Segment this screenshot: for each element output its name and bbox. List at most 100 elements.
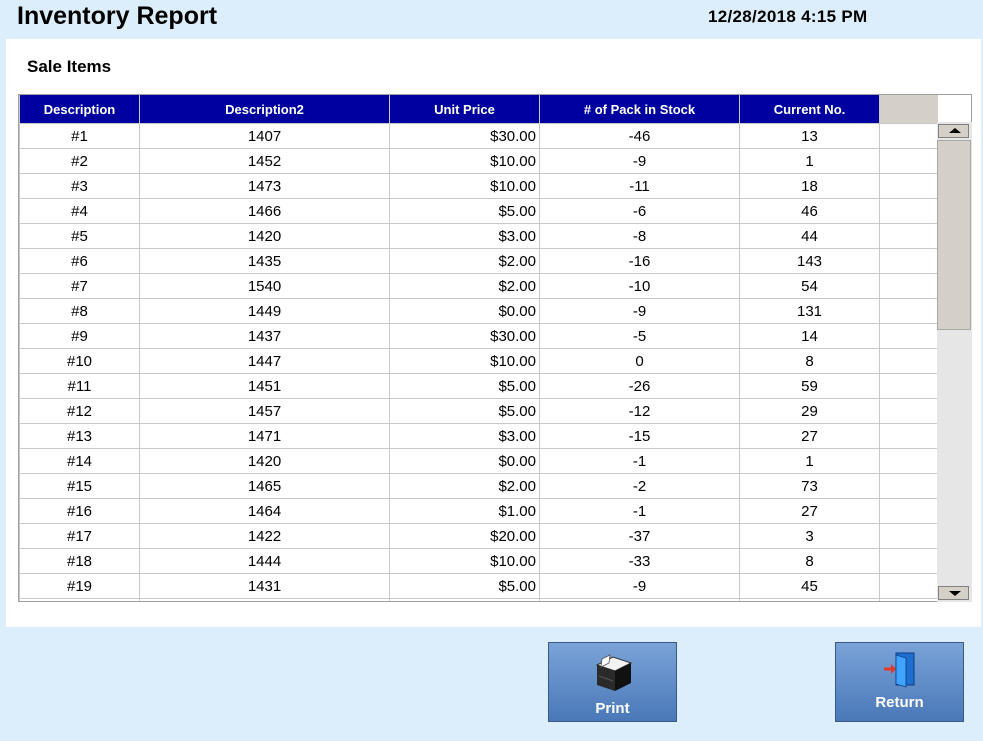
cell-pack-in-stock: -2 xyxy=(539,473,740,499)
table-row[interactable]: #15 1465 $2.00 -2 73 xyxy=(19,473,938,499)
table-row[interactable]: #13 1471 $3.00 -15 27 xyxy=(19,423,938,449)
cell-current-no: 1 xyxy=(739,448,880,474)
table-row[interactable]: #2 1452 $10.00 -9 1 xyxy=(19,148,938,174)
table-row[interactable]: #12 1457 $5.00 -12 29 xyxy=(19,398,938,424)
cell-pack-in-stock: -37 xyxy=(539,523,740,549)
cell-unit-price: $5.00 xyxy=(389,198,540,224)
print-label: Print xyxy=(595,700,630,717)
cell-description2: 1465 xyxy=(139,473,390,499)
exit-door-icon xyxy=(880,649,920,693)
table-row[interactable]: #16 1464 $1.00 -1 27 xyxy=(19,498,938,524)
column-header-description2[interactable]: Description2 xyxy=(139,95,390,124)
cell-unit-price: $10.00 xyxy=(389,348,540,374)
table-row[interactable]: #6 1435 $2.00 -16 143 xyxy=(19,248,938,274)
cell-description: #5 xyxy=(19,223,140,249)
cell-unit-price: $2.00 xyxy=(389,248,540,274)
row-filler xyxy=(879,523,938,549)
row-filler xyxy=(879,498,938,524)
cell-pack-in-stock: -9 xyxy=(539,148,740,174)
cell-description: #19 xyxy=(19,573,140,599)
cell-description: #1 xyxy=(19,123,140,149)
column-header-pack-in-stock[interactable]: # of Pack in Stock xyxy=(539,95,740,124)
table-row-partial xyxy=(19,598,938,601)
cell-description2: 1444 xyxy=(139,548,390,574)
row-filler xyxy=(879,148,938,174)
column-header-current-no[interactable]: Current No. xyxy=(739,95,880,124)
cell-current-no: 29 xyxy=(739,398,880,424)
table-row[interactable]: #1 1407 $30.00 -46 13 xyxy=(19,123,938,149)
cell-unit-price: $5.00 xyxy=(389,398,540,424)
column-header-unit-price[interactable]: Unit Price xyxy=(389,95,540,124)
cell-pack-in-stock: -16 xyxy=(539,248,740,274)
scroll-up-button[interactable] xyxy=(938,124,969,138)
table-row[interactable]: #17 1422 $20.00 -37 3 xyxy=(19,523,938,549)
cell-description: #17 xyxy=(19,523,140,549)
table-row[interactable]: #9 1437 $30.00 -5 14 xyxy=(19,323,938,349)
scrollbar-thumb[interactable] xyxy=(937,140,971,330)
cell-pack-in-stock: -6 xyxy=(539,198,740,224)
column-header-description[interactable]: Description xyxy=(19,95,140,124)
cell-description2: 1449 xyxy=(139,298,390,324)
return-button[interactable]: Return xyxy=(835,642,964,722)
row-filler xyxy=(879,198,938,224)
vertical-scrollbar[interactable] xyxy=(937,122,972,602)
table-row[interactable]: #10 1447 $10.00 0 8 xyxy=(19,348,938,374)
cell-description: #10 xyxy=(19,348,140,374)
cell-current-no: 45 xyxy=(739,573,880,599)
cell-unit-price: $10.00 xyxy=(389,548,540,574)
table-row[interactable]: #4 1466 $5.00 -6 46 xyxy=(19,198,938,224)
cell-pack-in-stock: -10 xyxy=(539,273,740,299)
row-filler xyxy=(879,223,938,249)
return-label: Return xyxy=(875,694,924,711)
cell-description2: 1452 xyxy=(139,148,390,174)
empty-cell xyxy=(539,598,740,601)
table-row[interactable]: #8 1449 $0.00 -9 131 xyxy=(19,298,938,324)
cell-current-no: 18 xyxy=(739,173,880,199)
table-row[interactable]: #3 1473 $10.00 -11 18 xyxy=(19,173,938,199)
table-row[interactable]: #11 1451 $5.00 -26 59 xyxy=(19,373,938,399)
print-button[interactable]: Print xyxy=(548,642,677,722)
row-filler xyxy=(879,473,938,499)
cell-pack-in-stock: -26 xyxy=(539,373,740,399)
cell-description2: 1464 xyxy=(139,498,390,524)
table-row[interactable]: #14 1420 $0.00 -1 1 xyxy=(19,448,938,474)
cell-current-no: 143 xyxy=(739,248,880,274)
cell-current-no: 13 xyxy=(739,123,880,149)
inventory-grid[interactable]: Description Description2 Unit Price # of… xyxy=(18,94,972,602)
cell-description2: 1540 xyxy=(139,273,390,299)
table-row[interactable]: #5 1420 $3.00 -8 44 xyxy=(19,223,938,249)
cell-unit-price: $10.00 xyxy=(389,148,540,174)
table-row[interactable]: #19 1431 $5.00 -9 45 xyxy=(19,573,938,599)
cell-pack-in-stock: -15 xyxy=(539,423,740,449)
cell-description2: 1437 xyxy=(139,323,390,349)
row-filler xyxy=(879,173,938,199)
cell-description2: 1451 xyxy=(139,373,390,399)
cell-current-no: 44 xyxy=(739,223,880,249)
cell-description: #2 xyxy=(19,148,140,174)
row-filler xyxy=(879,298,938,324)
row-filler xyxy=(879,248,938,274)
row-filler xyxy=(879,548,938,574)
cell-current-no: 3 xyxy=(739,523,880,549)
table-row[interactable]: #18 1444 $10.00 -33 8 xyxy=(19,548,938,574)
cell-description2: 1471 xyxy=(139,423,390,449)
cell-current-no: 59 xyxy=(739,373,880,399)
row-filler xyxy=(879,423,938,449)
cell-description2: 1431 xyxy=(139,573,390,599)
cell-pack-in-stock: 0 xyxy=(539,348,740,374)
arrow-up-icon xyxy=(949,128,961,133)
table-row[interactable]: #7 1540 $2.00 -10 54 xyxy=(19,273,938,299)
cell-unit-price: $0.00 xyxy=(389,298,540,324)
cell-pack-in-stock: -8 xyxy=(539,223,740,249)
cell-unit-price: $2.00 xyxy=(389,273,540,299)
cell-current-no: 54 xyxy=(739,273,880,299)
scroll-down-button[interactable] xyxy=(938,586,969,600)
cell-unit-price: $5.00 xyxy=(389,373,540,399)
cell-pack-in-stock: -9 xyxy=(539,298,740,324)
cell-description: #4 xyxy=(19,198,140,224)
cell-description: #14 xyxy=(19,448,140,474)
arrow-down-icon xyxy=(949,591,961,596)
cell-current-no: 73 xyxy=(739,473,880,499)
row-filler xyxy=(879,273,938,299)
cell-current-no: 1 xyxy=(739,148,880,174)
